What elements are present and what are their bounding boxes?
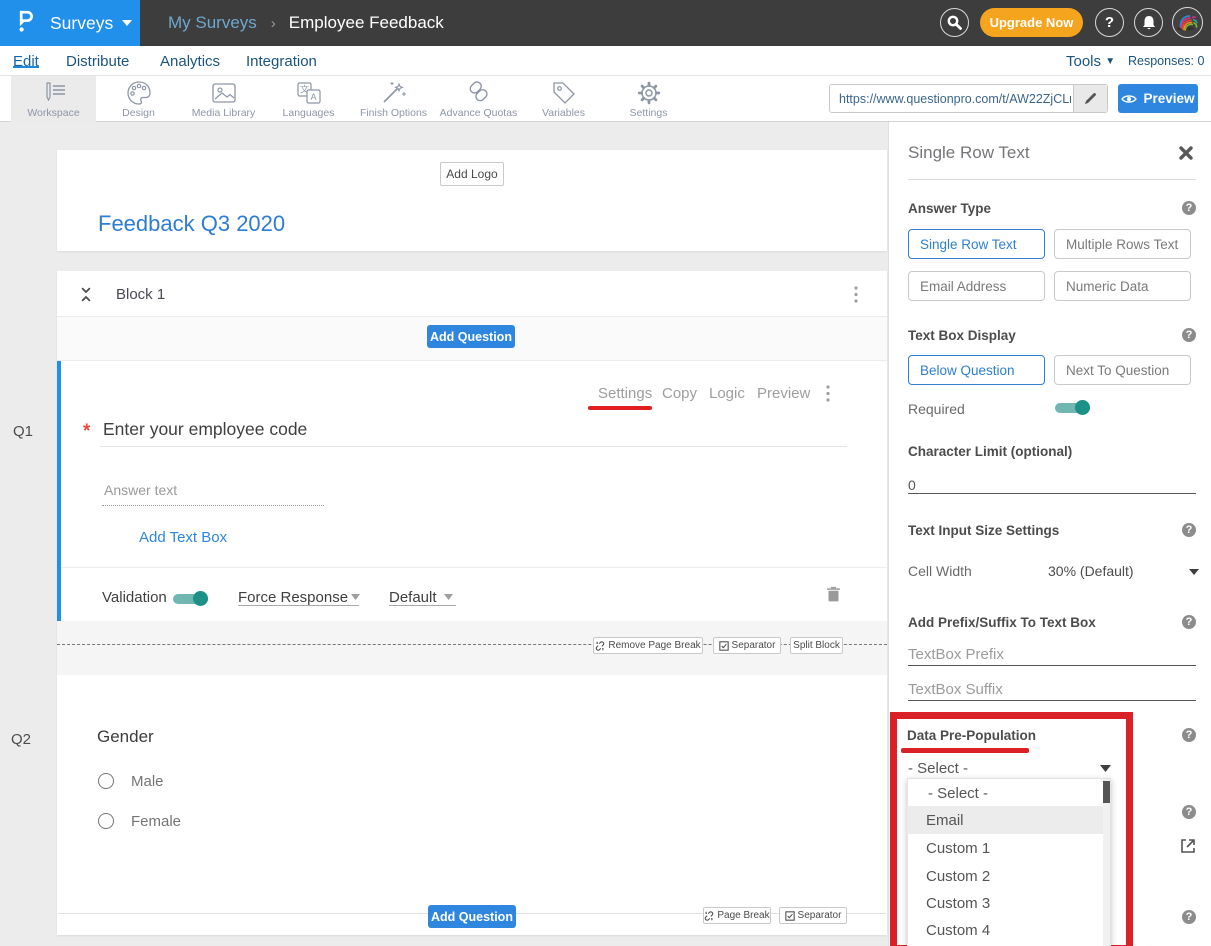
svg-text:A: A — [310, 92, 316, 102]
